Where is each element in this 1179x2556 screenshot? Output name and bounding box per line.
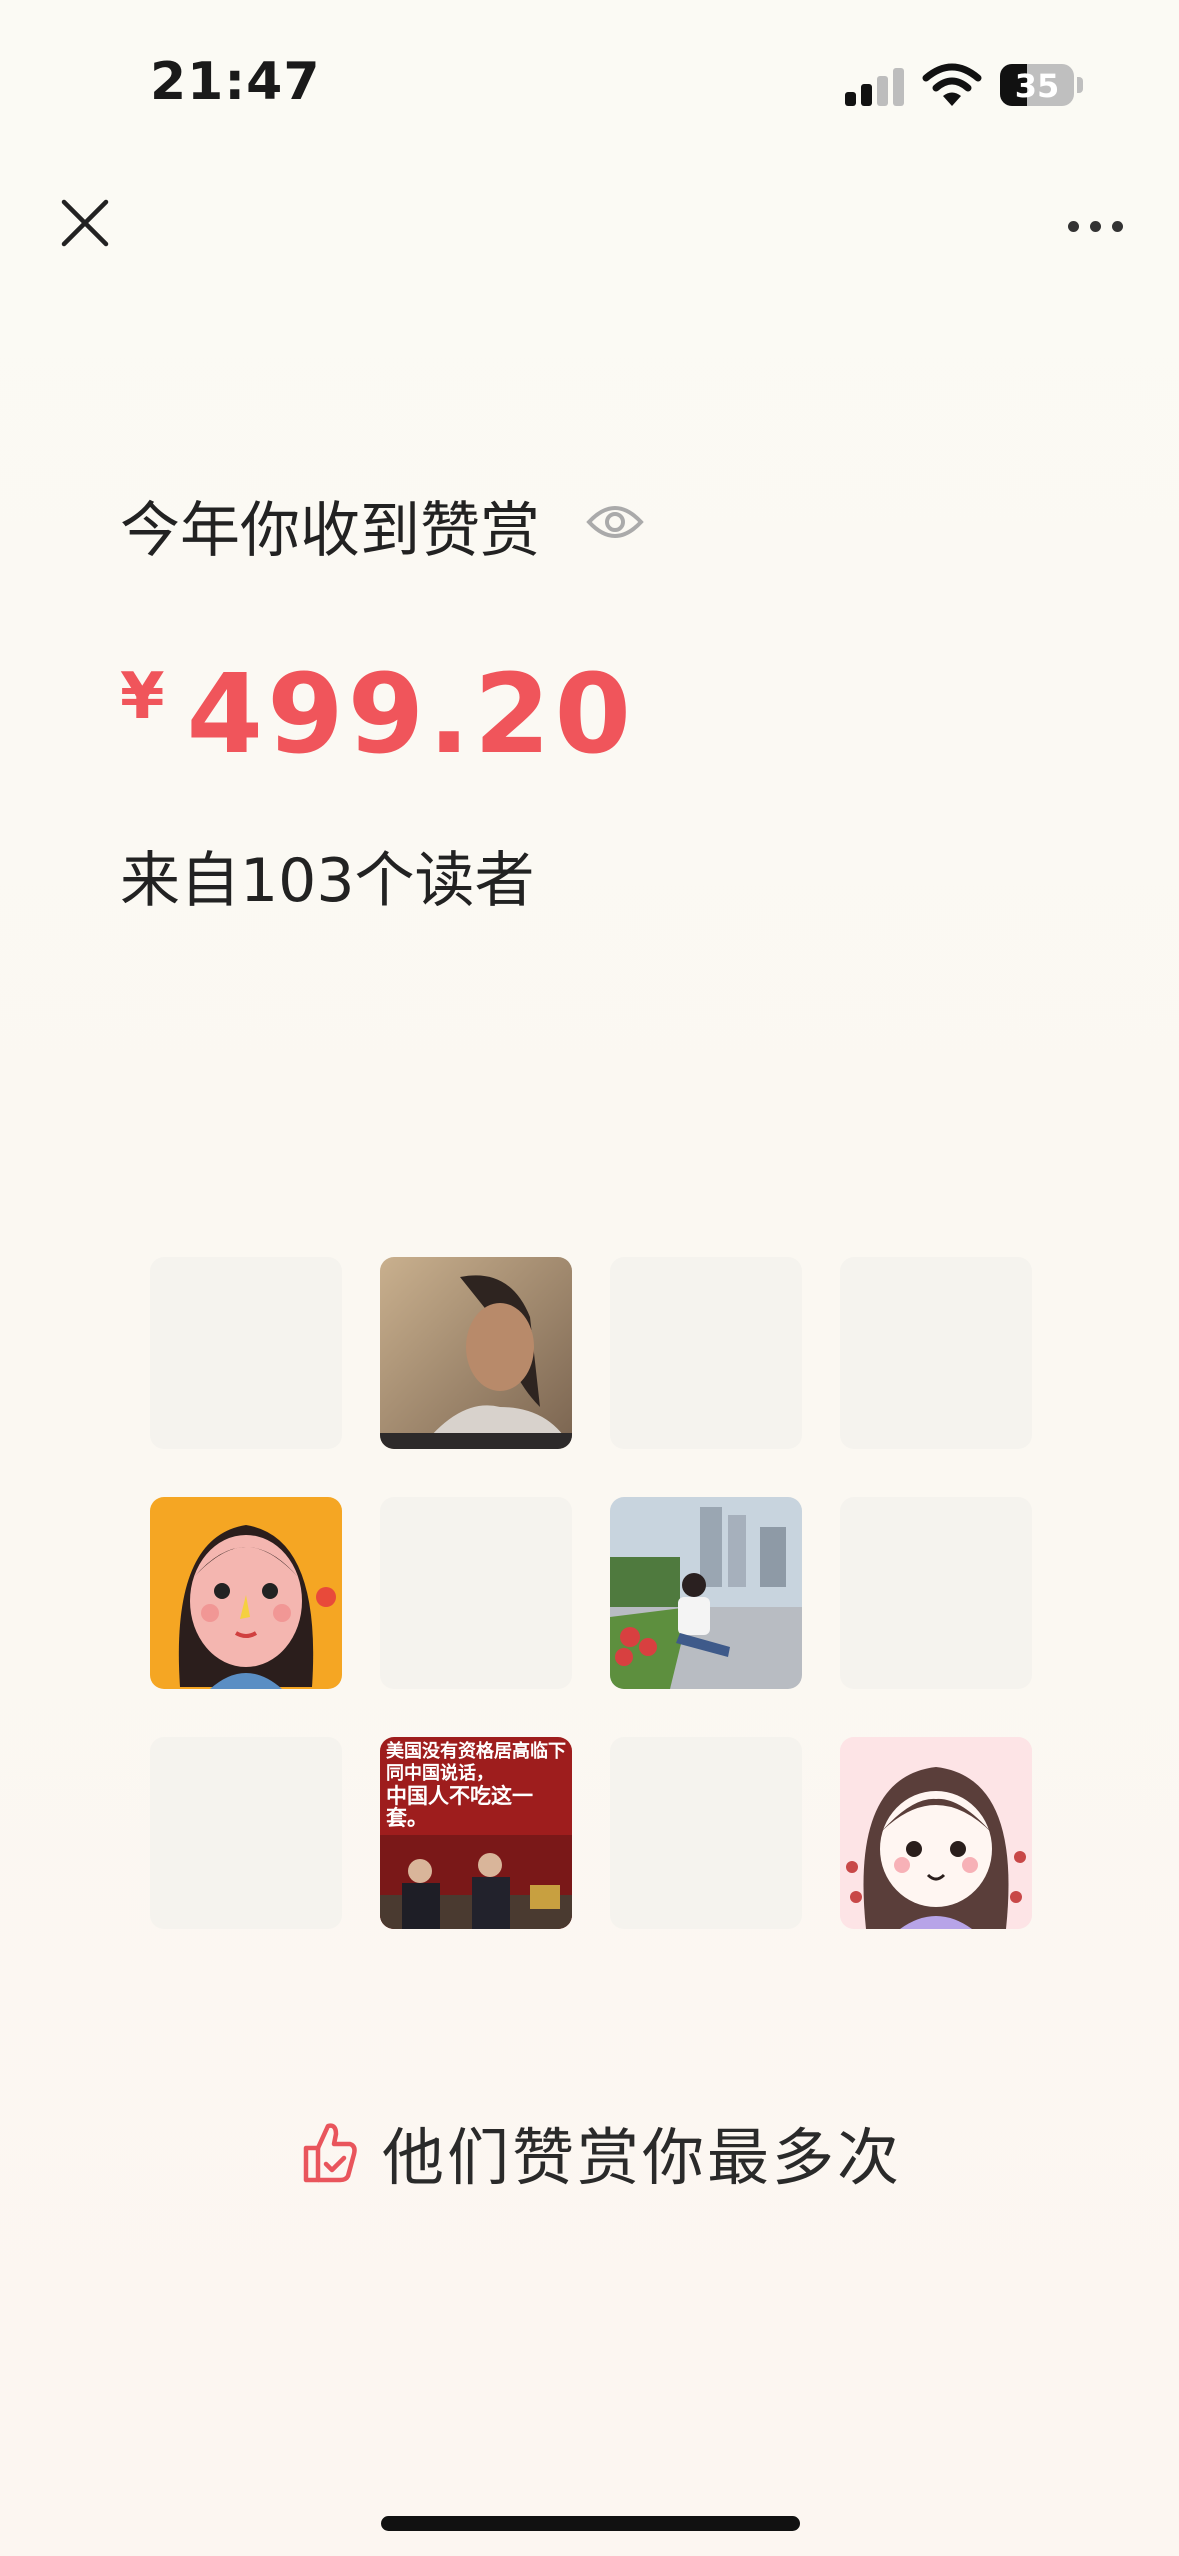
empty-avatar-slot bbox=[380, 1497, 572, 1689]
yearly-rewards-title: 今年你收到赞赏 bbox=[120, 496, 540, 566]
empty-avatar-slot bbox=[150, 1737, 342, 1929]
empty-avatar-slot bbox=[610, 1737, 802, 1929]
amount-value: 499.20 bbox=[186, 650, 636, 778]
supporter-avatar[interactable]: 美国没有资格居高临下 同中国说话， 中国人不吃这一套。 bbox=[380, 1737, 572, 1929]
supporter-avatar[interactable] bbox=[610, 1497, 802, 1689]
battery-icon: 35 bbox=[1000, 64, 1083, 106]
supporter-avatar[interactable] bbox=[150, 1497, 342, 1689]
home-indicator[interactable] bbox=[381, 2516, 800, 2531]
cellular-signal-icon bbox=[845, 68, 905, 106]
close-icon[interactable] bbox=[50, 188, 120, 258]
readers-count: 103 bbox=[240, 846, 355, 916]
battery-level: 35 bbox=[1014, 67, 1060, 105]
supporter-avatar[interactable] bbox=[380, 1257, 572, 1449]
empty-avatar-slot bbox=[840, 1257, 1032, 1449]
empty-avatar-slot bbox=[610, 1257, 802, 1449]
status-time: 21:47 bbox=[150, 52, 321, 112]
readers-prefix: 来自 bbox=[120, 846, 240, 916]
thumbs-up-icon bbox=[303, 2123, 357, 2183]
reader-count-line: 来自103个读者 bbox=[120, 832, 535, 919]
eye-icon[interactable] bbox=[586, 500, 644, 544]
reward-amount: ¥499.20 bbox=[120, 650, 635, 778]
readers-suffix: 个读者 bbox=[354, 846, 535, 916]
empty-avatar-slot bbox=[150, 1257, 342, 1449]
top-supporters-grid: 美国没有资格居高临下 同中国说话， 中国人不吃这一套。 bbox=[150, 1257, 1032, 1931]
top-supporters-text: 他们赞赏你最多次 bbox=[382, 2121, 903, 2194]
more-options-button[interactable] bbox=[1060, 205, 1130, 245]
top-supporters-label: 他们赞赏你最多次 bbox=[298, 2112, 902, 2194]
empty-avatar-slot bbox=[840, 1497, 1032, 1689]
currency-symbol: ¥ bbox=[120, 660, 165, 734]
wifi-icon bbox=[922, 63, 982, 106]
supporter-avatar[interactable] bbox=[840, 1737, 1032, 1929]
news-image-headline: 美国没有资格居高临下 同中国说话， 中国人不吃这一套。 bbox=[386, 1741, 566, 1830]
